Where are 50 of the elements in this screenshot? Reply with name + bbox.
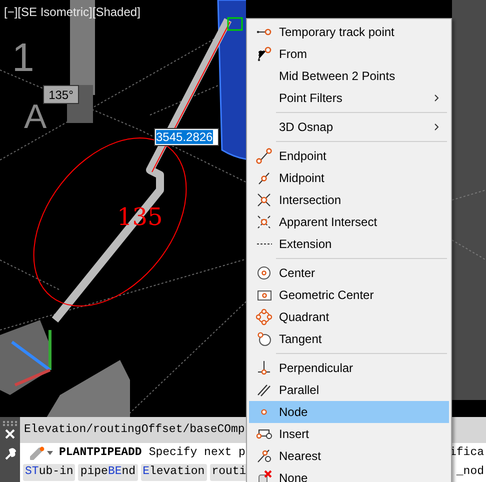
- menu-item[interactable]: Point Filters: [249, 87, 449, 109]
- dropdown-caret-icon[interactable]: [47, 450, 53, 454]
- apparent-intersection-icon: [256, 213, 272, 231]
- command-prompt: ifica: [449, 444, 484, 461]
- command-name: PLANTPIPEADD: [59, 444, 142, 461]
- grid-label: 1: [12, 38, 34, 78]
- menu-item[interactable]: Node: [249, 401, 449, 423]
- command-option-button[interactable]: STub-in: [23, 464, 76, 480]
- command-option: _nod: [456, 463, 484, 481]
- angle-tooltip: 135°: [43, 85, 79, 104]
- command-option-button[interactable]: pipeBEnd: [78, 464, 138, 480]
- from-point-icon: [256, 45, 272, 63]
- menu-item[interactable]: Perpendicular: [249, 357, 449, 379]
- menu-item[interactable]: From: [249, 43, 449, 65]
- command-line-handle[interactable]: [0, 417, 20, 482]
- grip-icon: [2, 420, 18, 426]
- wrench-icon[interactable]: [4, 448, 16, 460]
- quadrant-icon: [256, 308, 272, 326]
- menu-item[interactable]: Apparent Intersect: [249, 211, 449, 233]
- distance-input-field[interactable]: 3545.2826: [154, 128, 219, 146]
- menu-item[interactable]: Quadrant: [249, 306, 449, 328]
- menu-item[interactable]: None: [249, 467, 449, 482]
- perpendicular-icon: [256, 359, 272, 377]
- command-history-line: Elevation/routingOffset/baseCOmp: [24, 422, 245, 438]
- menu-item[interactable]: Endpoint: [249, 145, 449, 167]
- dashed-line-icon: [256, 243, 272, 245]
- menu-item[interactable]: Tangent: [249, 328, 449, 350]
- intersection-icon: [256, 191, 272, 209]
- menu-item[interactable]: Midpoint: [249, 167, 449, 189]
- menu-item[interactable]: Nearest: [249, 445, 449, 467]
- menu-item[interactable]: Mid Between 2 Points: [249, 65, 449, 87]
- viewport-controls-label[interactable]: [−][SE Isometric][Shaded]: [4, 3, 140, 21]
- menu-item[interactable]: Extension: [249, 233, 449, 255]
- menu-item[interactable]: Insert: [249, 423, 449, 445]
- menu-item[interactable]: Center: [249, 262, 449, 284]
- close-icon[interactable]: [5, 429, 15, 439]
- menu-item[interactable]: Geometric Center: [249, 284, 449, 306]
- menu-item[interactable]: Intersection: [249, 189, 449, 211]
- endpoint-icon: [256, 147, 272, 165]
- command-prompt: Specify next p: [148, 444, 246, 461]
- command-option-button[interactable]: Elevation: [140, 464, 207, 480]
- tangent-icon: [256, 330, 272, 348]
- menu-item[interactable]: Parallel: [249, 379, 449, 401]
- menu-item[interactable]: 3D Osnap: [249, 116, 449, 138]
- none-icon: [256, 469, 272, 482]
- command-option-button[interactable]: routi: [210, 464, 248, 480]
- center-icon: [256, 264, 272, 282]
- menu-item[interactable]: Temporary track point: [249, 21, 449, 43]
- nearest-icon: [256, 447, 272, 465]
- pipe-icon[interactable]: [30, 446, 46, 460]
